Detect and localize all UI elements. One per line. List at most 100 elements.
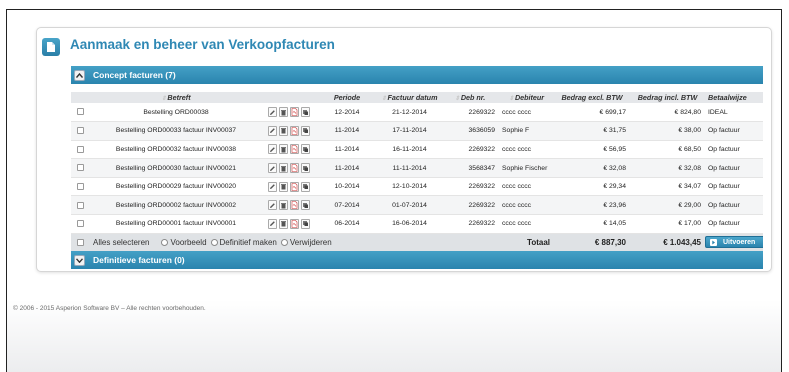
copy-icon[interactable]	[301, 125, 310, 136]
cell-factuur-datum: 11-11-2014	[378, 158, 441, 178]
select-all-checkbox[interactable]	[77, 238, 84, 246]
pdf-icon[interactable]	[290, 125, 299, 136]
cell-periode: 12-2014	[316, 103, 378, 123]
edit-icon[interactable]	[268, 125, 277, 136]
row-actions	[262, 107, 316, 118]
pdf-icon[interactable]	[290, 218, 299, 229]
cell-factuur-datum: 17-11-2014	[378, 121, 441, 141]
row-checkbox[interactable]	[77, 127, 84, 135]
concept-header-label: Concept facturen (7)	[93, 70, 176, 80]
copy-icon[interactable]	[301, 218, 310, 229]
copy-icon[interactable]	[301, 163, 310, 174]
row-actions	[262, 125, 316, 136]
cell-factuur-datum: 16-11-2014	[378, 140, 441, 160]
row-checkbox[interactable]	[77, 220, 84, 228]
cell-bedrag-incl: € 824,80	[630, 103, 705, 123]
copy-icon[interactable]	[301, 144, 310, 155]
total-incl: € 1.043,45	[630, 233, 705, 252]
col-deb-nr[interactable]: ⇕Deb nr.	[441, 92, 499, 103]
sort-icon: ⇕	[454, 96, 460, 102]
radio-final[interactable]: Definitief maken	[210, 238, 277, 247]
expand-icon[interactable]	[74, 254, 85, 266]
edit-icon[interactable]	[268, 218, 277, 229]
pdf-icon[interactable]	[290, 107, 299, 118]
col-periode[interactable]: Periode	[316, 92, 378, 103]
cell-bedrag-incl: € 29,00	[630, 195, 705, 216]
delete-icon[interactable]	[279, 218, 288, 229]
cell-bedrag-incl: € 34,07	[630, 177, 705, 197]
cell-periode: 11-2014	[316, 158, 378, 178]
col-betreft[interactable]: ⇕Betreft	[90, 92, 262, 103]
copy-icon[interactable]	[301, 107, 310, 118]
edit-icon[interactable]	[268, 181, 277, 192]
table-row[interactable]: Bestelling ORD00029 factuur INV00020 10-2…	[71, 177, 763, 197]
cell-bedrag-excl: € 31,75	[554, 121, 630, 141]
table-row[interactable]: Bestelling ORD00030 factuur INV00021 11-2…	[71, 158, 763, 178]
select-all-label: Alles selecteren	[93, 237, 150, 247]
delete-icon[interactable]	[279, 125, 288, 136]
delete-icon[interactable]	[279, 181, 288, 192]
definitive-header-label: Definitieve facturen (0)	[93, 255, 185, 265]
edit-icon[interactable]	[268, 107, 277, 118]
cell-debiteur: cccc cccc	[499, 177, 554, 197]
cell-debiteur: cccc cccc	[499, 140, 554, 160]
row-checkbox[interactable]	[77, 164, 84, 172]
col-factuur-datum[interactable]: ⇕Factuur datum	[378, 92, 441, 103]
table-header-row: ⇕Betreft Periode ⇕Factuur datum ⇕Deb nr.…	[71, 92, 763, 103]
edit-icon[interactable]	[268, 200, 277, 211]
play-icon	[710, 238, 717, 246]
col-bedrag-incl[interactable]: Bedrag incl. BTW	[630, 92, 705, 103]
pdf-icon[interactable]	[290, 200, 299, 211]
row-checkbox[interactable]	[77, 108, 84, 116]
pdf-icon[interactable]	[290, 163, 299, 174]
concept-invoices-table: ⇕Betreft Periode ⇕Factuur datum ⇕Deb nr.…	[71, 92, 763, 252]
cell-betreft: Bestelling ORD00002 factuur INV00002	[90, 195, 262, 216]
table-row[interactable]: Bestelling ORD00001 factuur INV00001 06-2…	[71, 214, 763, 234]
cell-betaalwijze: Op factuur	[705, 177, 763, 197]
edit-icon[interactable]	[268, 144, 277, 155]
concept-invoices-header[interactable]: Concept facturen (7)	[71, 66, 763, 84]
row-actions	[262, 200, 316, 211]
cell-deb-nr: 2269322	[441, 214, 499, 234]
pdf-icon[interactable]	[290, 181, 299, 192]
cell-factuur-datum: 21-12-2014	[378, 103, 441, 123]
row-checkbox[interactable]	[77, 201, 84, 209]
col-bedrag-excl[interactable]: Bedrag excl. BTW	[554, 92, 630, 103]
run-button[interactable]: Uitvoeren	[705, 236, 763, 249]
row-checkbox[interactable]	[77, 145, 84, 153]
cell-bedrag-incl: € 32,08	[630, 158, 705, 178]
cell-betreft: Bestelling ORD00033 factuur INV00037	[90, 121, 262, 141]
table-row[interactable]: Bestelling ORD00002 factuur INV00002 07-2…	[71, 195, 763, 216]
copy-icon[interactable]	[301, 200, 310, 211]
delete-icon[interactable]	[279, 163, 288, 174]
radio-preview[interactable]: Voorbeeld	[161, 238, 207, 247]
delete-icon[interactable]	[279, 200, 288, 211]
cell-periode: 07-2014	[316, 195, 378, 216]
cell-bedrag-excl: € 56,95	[554, 140, 630, 160]
cell-periode: 10-2014	[316, 177, 378, 197]
cell-debiteur: cccc cccc	[499, 195, 554, 216]
cell-betreft: Bestelling ORD00030 factuur INV00021	[90, 158, 262, 178]
total-label: Totaal	[441, 233, 554, 252]
delete-icon[interactable]	[279, 144, 288, 155]
copy-icon[interactable]	[301, 181, 310, 192]
cell-betaalwijze: Op factuur	[705, 121, 763, 141]
pdf-icon[interactable]	[290, 144, 299, 155]
sort-icon: ⇕	[381, 96, 387, 102]
cell-deb-nr: 2269322	[441, 140, 499, 160]
sort-icon: ⇕	[508, 96, 514, 102]
cell-bedrag-incl: € 17,00	[630, 214, 705, 234]
row-checkbox[interactable]	[77, 183, 84, 191]
col-debiteur[interactable]: ⇕Debiteur	[499, 92, 554, 103]
table-row[interactable]: Bestelling ORD00038 12-2014 21-12-2014 2269…	[71, 103, 763, 123]
delete-icon[interactable]	[279, 107, 288, 118]
table-row[interactable]: Bestelling ORD00033 factuur INV00037 11-2…	[71, 121, 763, 141]
table-row[interactable]: Bestelling ORD00032 factuur INV00038 11-2…	[71, 140, 763, 160]
cell-factuur-datum: 12-10-2014	[378, 177, 441, 197]
collapse-icon[interactable]	[74, 69, 85, 81]
cell-factuur-datum: 01-07-2014	[378, 195, 441, 216]
edit-icon[interactable]	[268, 163, 277, 174]
radio-delete[interactable]: Verwijderen	[280, 238, 332, 247]
definitive-invoices-header[interactable]: Definitieve facturen (0)	[71, 251, 763, 269]
col-betaalwijze[interactable]: Betaalwijze	[705, 92, 763, 103]
